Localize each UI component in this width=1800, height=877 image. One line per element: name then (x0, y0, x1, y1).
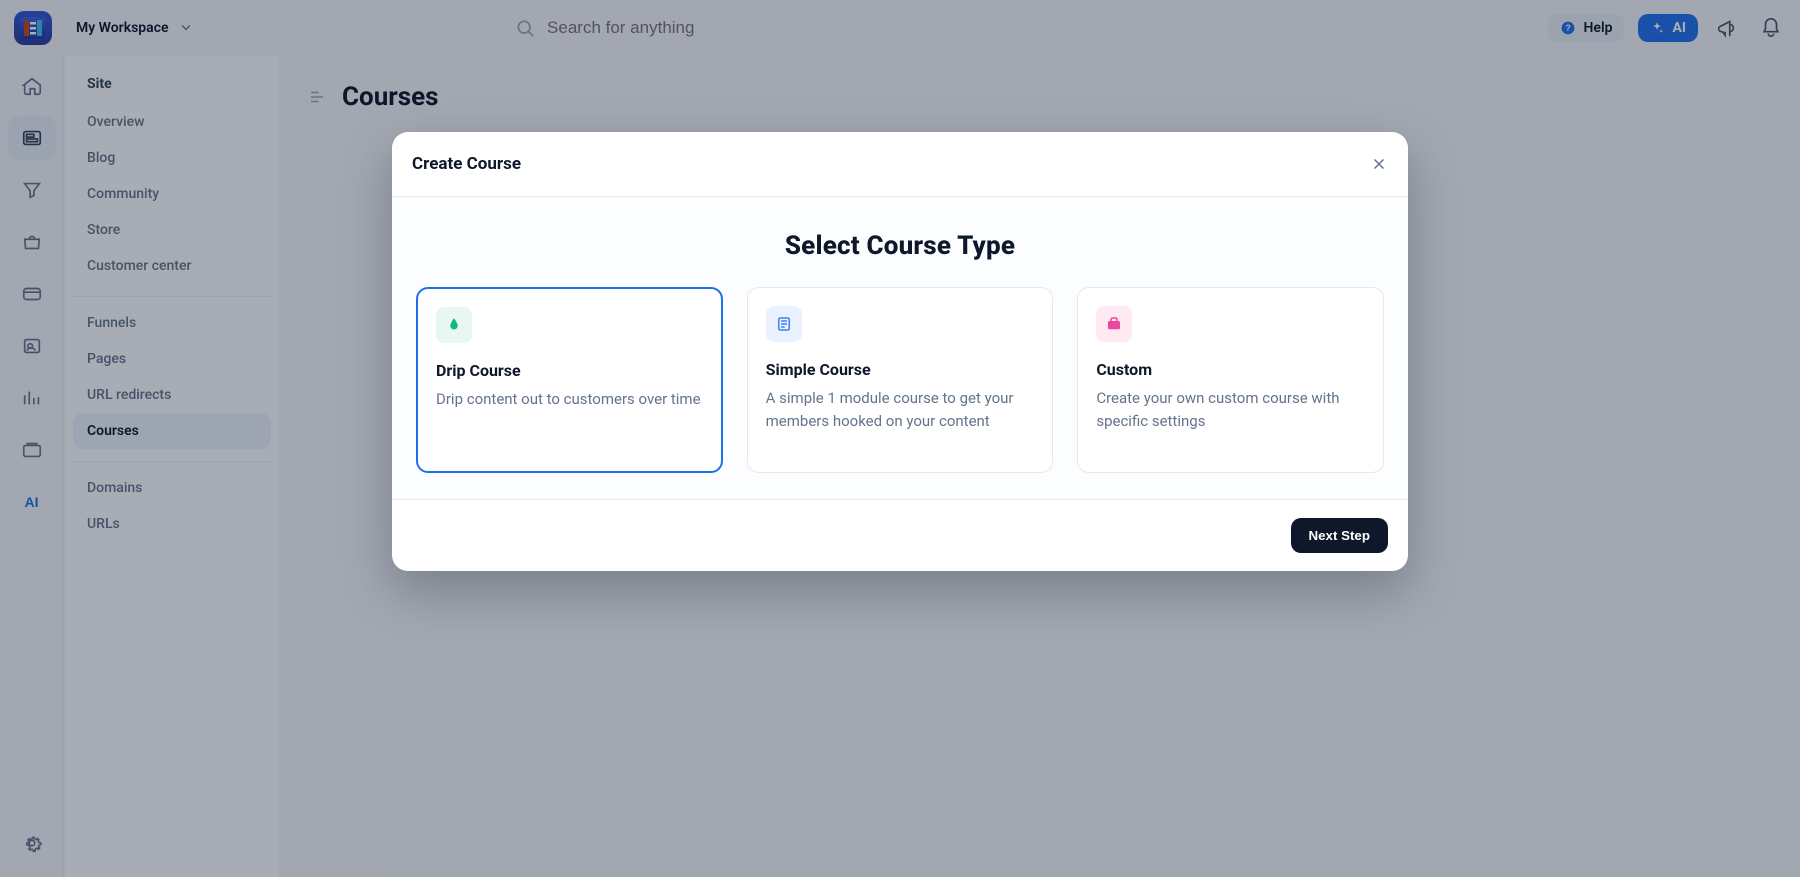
card-title: Custom (1096, 360, 1365, 379)
modal-heading: Select Course Type (416, 231, 1384, 261)
custom-icon (1096, 306, 1132, 342)
simple-icon (766, 306, 802, 342)
card-title: Simple Course (766, 360, 1035, 379)
close-icon (1370, 155, 1388, 173)
course-type-card-custom[interactable]: Custom Create your own custom course with… (1077, 287, 1384, 473)
card-desc: A simple 1 module course to get your mem… (766, 387, 1035, 432)
course-type-card-drip[interactable]: Drip Course Drip content out to customers… (416, 287, 723, 473)
modal-title: Create Course (412, 154, 521, 174)
create-course-modal: Create Course Select Course Type Drip Co… (392, 132, 1408, 571)
next-step-button[interactable]: Next Step (1291, 518, 1388, 553)
close-button[interactable] (1370, 155, 1388, 173)
drip-icon (436, 307, 472, 343)
card-desc: Create your own custom course with speci… (1096, 387, 1365, 432)
card-desc: Drip content out to customers over time (436, 388, 703, 411)
modal-overlay[interactable]: Create Course Select Course Type Drip Co… (0, 0, 1800, 877)
course-type-card-simple[interactable]: Simple Course A simple 1 module course to… (747, 287, 1054, 473)
card-title: Drip Course (436, 361, 703, 380)
